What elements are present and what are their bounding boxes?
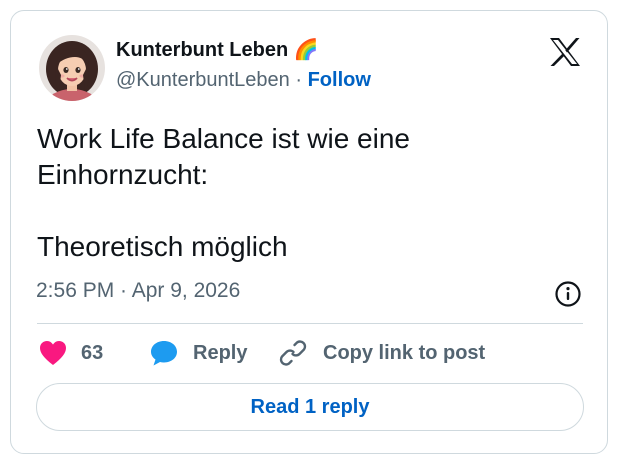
read-reply-label: Read 1 reply [250, 395, 370, 418]
tweet-text-line: Theoretisch möglich [37, 231, 288, 262]
reply-button[interactable]: Reply [149, 336, 247, 370]
handle-separator: · [295, 69, 303, 91]
like-button[interactable]: 63 [39, 336, 103, 370]
tweet-text-blank-line [37, 193, 585, 229]
author-display-name[interactable]: Kunterbunt Leben 🌈 [116, 37, 319, 62]
read-reply-button[interactable]: Read 1 reply [36, 383, 584, 431]
like-count: 63 [81, 341, 104, 364]
author-handle-line: @KunterbuntLeben · Follow [116, 69, 371, 92]
tweet-timestamp[interactable]: 2:56 PM · Apr 9, 2026 [36, 279, 240, 303]
divider [37, 323, 583, 324]
avatar[interactable] [39, 35, 105, 101]
heart-icon [40, 341, 66, 365]
tweet-text-line: Einhornzucht: [37, 159, 209, 190]
author-handle[interactable]: @KunterbuntLeben [116, 69, 290, 91]
tweet-text-line: Work Life Balance ist wie eine [37, 123, 410, 154]
speech-bubble-icon [151, 341, 177, 366]
follow-button[interactable]: Follow [308, 69, 371, 91]
tweet-text: Work Life Balance ist wie eine Einhornzu… [37, 121, 585, 265]
x-logo-icon[interactable] [549, 37, 581, 67]
copy-link-button[interactable]: Copy link to post [279, 336, 485, 370]
reply-label: Reply [193, 341, 248, 364]
tweet-card: Kunterbunt Leben 🌈 @KunterbuntLeben · Fo… [10, 10, 608, 454]
info-icon[interactable] [554, 280, 582, 308]
link-icon [279, 340, 307, 366]
copy-link-label: Copy link to post [323, 341, 486, 364]
